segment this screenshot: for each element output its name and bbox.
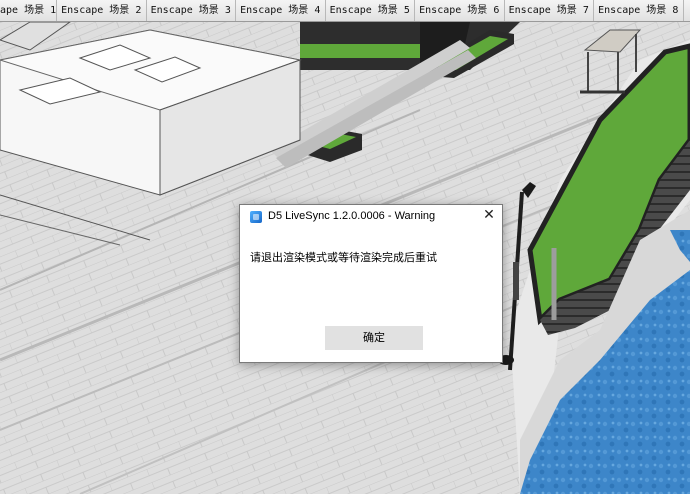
- scene-tab-4[interactable]: Enscape 场景 4: [236, 0, 326, 21]
- d5-app-icon: [250, 211, 262, 223]
- scene-tab-5[interactable]: Enscape 场景 5: [326, 0, 415, 21]
- scene-tab-bar: ape 场景 1 Enscape 场景 2 Enscape 场景 3 Ensca…: [0, 0, 690, 22]
- scene-tab-8[interactable]: Enscape 场景 8: [594, 0, 684, 21]
- close-icon[interactable]: ✕: [476, 205, 502, 227]
- scene-tab-3[interactable]: Enscape 场景 3: [147, 0, 236, 21]
- dialog-message: 请退出渲染模式或等待渲染完成后重试: [250, 251, 437, 264]
- scene-tab-6[interactable]: Enscape 场景 6: [415, 0, 505, 21]
- scene-tab-1[interactable]: ape 场景 1: [0, 0, 57, 21]
- warning-dialog: D5 LiveSync 1.2.0.0006 - Warning ✕ 请退出渲染…: [239, 204, 503, 363]
- scene-tab-2[interactable]: Enscape 场景 2: [57, 0, 147, 21]
- scene-tab-7[interactable]: Enscape 场景 7: [505, 0, 594, 21]
- ok-button[interactable]: 确定: [325, 326, 423, 350]
- dialog-title: D5 LiveSync 1.2.0.0006 - Warning: [268, 210, 436, 222]
- dialog-titlebar[interactable]: D5 LiveSync 1.2.0.0006 - Warning ✕: [240, 205, 502, 229]
